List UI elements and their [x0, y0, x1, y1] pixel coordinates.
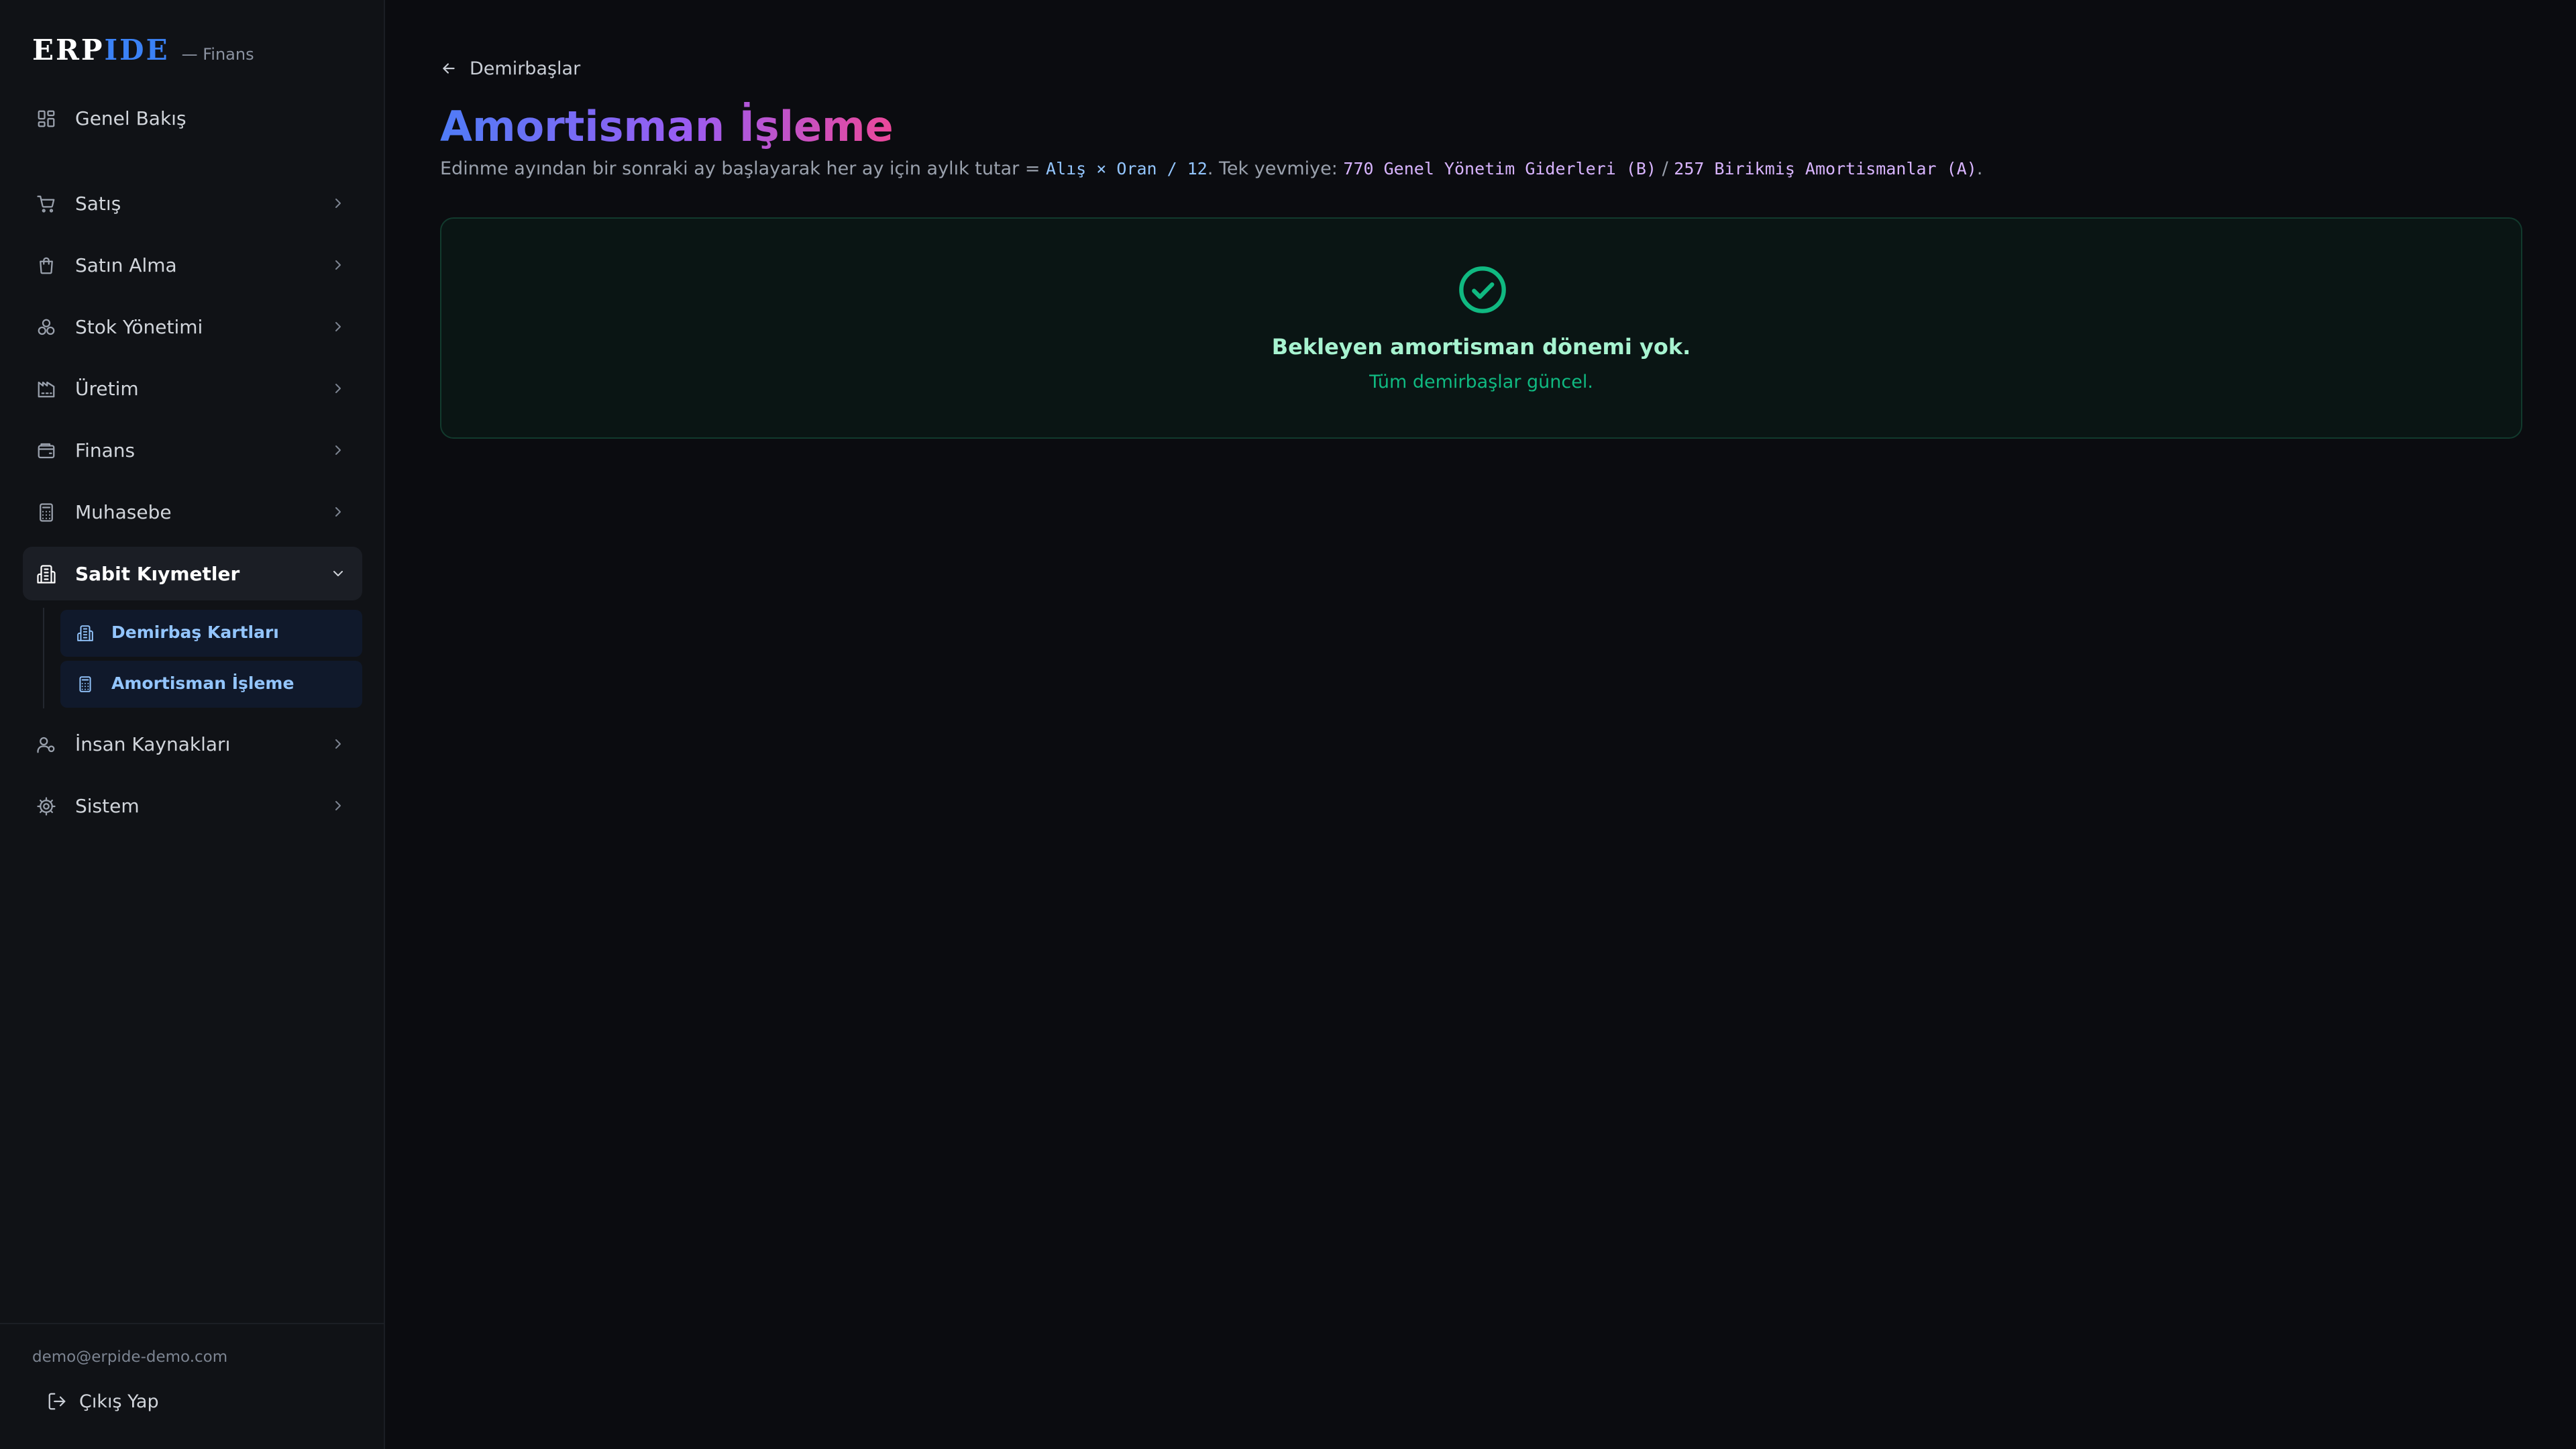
chevron-down-icon: [330, 566, 346, 582]
chevron-right-icon: [330, 442, 346, 458]
sidebar-footer-divider: [0, 1323, 384, 1324]
chevron-right-icon: [330, 504, 346, 520]
chevron-right-icon: [330, 798, 346, 814]
wallet-icon: [36, 441, 56, 461]
sidebar-item-label: Sabit Kıymetler: [75, 562, 240, 585]
logout-icon: [47, 1391, 67, 1411]
empty-state-card: Bekleyen amortisman dönemi yok. Tüm demi…: [440, 217, 2522, 439]
cart-icon: [36, 194, 56, 214]
debit-account: 770 Genel Yönetim Giderleri (B): [1343, 159, 1656, 178]
sidebar-subitem-asset-cards[interactable]: Demirbaş Kartları: [60, 610, 362, 657]
chevron-right-icon: [330, 257, 346, 273]
sidebar-item-label: Stok Yönetimi: [75, 315, 203, 338]
sidebar-item-purchasing[interactable]: Satın Alma: [23, 238, 362, 292]
desc-text: . Tek yevmiye:: [1207, 158, 1344, 179]
sidebar-item-label: İnsan Kaynakları: [75, 733, 231, 755]
sidebar-item-label: Satın Alma: [75, 254, 177, 276]
sidebar-item-label: Genel Bakış: [75, 107, 186, 129]
sidebar-item-accounting[interactable]: Muhasebe: [23, 485, 362, 539]
arrow-left-icon: [440, 60, 458, 77]
chevron-right-icon: [330, 736, 346, 752]
back-link-label: Demirbaşlar: [470, 58, 581, 79]
empty-state-subtitle: Tüm demirbaşlar güncel.: [1369, 372, 1593, 392]
desc-text: Edinme ayından bir sonraki ay başlayarak…: [440, 158, 1046, 179]
main-content: Demirbaşlar Amortisman İşleme Edinme ayı…: [385, 0, 2576, 1449]
chevron-right-icon: [330, 380, 346, 396]
sidebar-item-overview[interactable]: Genel Bakış: [23, 91, 362, 145]
calculator-icon: [36, 502, 56, 523]
sidebar-subitem-depreciation[interactable]: Amortisman İşleme: [60, 661, 362, 708]
shopping-bag-icon: [36, 256, 56, 276]
logout-button[interactable]: Çıkış Yap: [40, 1383, 241, 1417]
erpide-logo: ERPIDE: [32, 34, 170, 66]
sidebar-subitem-label: Amortisman İşleme: [111, 674, 294, 693]
desc-text: .: [1976, 158, 1983, 179]
page-description: Edinme ayından bir sonraki ay başlayarak…: [440, 158, 1982, 179]
brand-subtitle: — Finans: [181, 45, 254, 64]
page-title: Amortisman İşleme: [440, 102, 894, 151]
sidebar-item-label: Satış: [75, 192, 121, 215]
users-icon: [36, 735, 56, 755]
sidebar-item-label: Üretim: [75, 377, 139, 400]
user-email: demo@erpide-demo.com: [32, 1348, 228, 1366]
sidebar-item-label: Sistem: [75, 794, 140, 817]
building-icon: [76, 625, 94, 642]
sidebar-item-finance[interactable]: Finans: [23, 423, 362, 477]
logout-label: Çıkış Yap: [79, 1391, 159, 1412]
chevron-right-icon: [330, 195, 346, 211]
check-circle-icon: [1457, 264, 1508, 315]
dashboard-icon: [36, 109, 56, 129]
sidebar: ERPIDE — Finans Genel Bakış Satış Satın …: [0, 0, 385, 1449]
sidebar-item-label: Muhasebe: [75, 500, 172, 523]
building-icon: [36, 564, 56, 584]
sidebar-item-label: Finans: [75, 439, 136, 462]
brand[interactable]: ERPIDE — Finans: [32, 34, 254, 71]
credit-account: 257 Birikmiş Amortismanlar (A): [1674, 159, 1977, 178]
sidebar-item-inventory[interactable]: Stok Yönetimi: [23, 300, 362, 354]
back-link[interactable]: Demirbaşlar: [440, 56, 580, 80]
chevron-right-icon: [330, 319, 346, 335]
empty-state-title: Bekleyen amortisman dönemi yok.: [1271, 334, 1691, 360]
settings-icon: [36, 796, 56, 816]
sidebar-subitem-label: Demirbaş Kartları: [111, 623, 279, 642]
desc-separator: /: [1656, 158, 1674, 179]
factory-icon: [36, 379, 56, 399]
sidebar-item-system[interactable]: Sistem: [23, 779, 362, 833]
formula: Alış × Oran / 12: [1046, 159, 1208, 178]
calculator-icon: [76, 676, 94, 693]
sidebar-item-sales[interactable]: Satış: [23, 176, 362, 230]
sidebar-item-production[interactable]: Üretim: [23, 362, 362, 415]
sidebar-item-hr[interactable]: İnsan Kaynakları: [23, 717, 362, 771]
sidebar-item-fixed-assets[interactable]: Sabit Kıymetler: [23, 547, 362, 600]
boxes-icon: [36, 317, 56, 337]
submenu-guide-line: [43, 608, 44, 708]
